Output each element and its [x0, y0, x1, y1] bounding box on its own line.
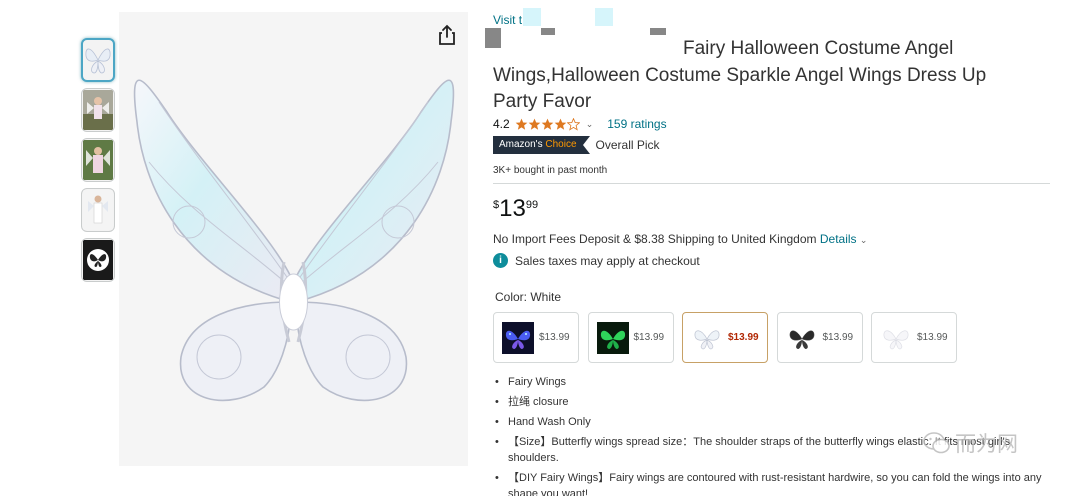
rating-row: 4.2 ⌄ 159 ratings: [493, 117, 667, 131]
thumbnail-girl-photo-3[interactable]: [81, 188, 115, 232]
share-icon[interactable]: [437, 24, 457, 46]
star-icon: [554, 118, 567, 130]
redaction-block: [485, 28, 501, 48]
price: $ 13 99: [493, 195, 539, 222]
butterfly-wings-image: [133, 79, 455, 402]
sales-tax-notice: i Sales taxes may apply at checkout: [493, 253, 700, 268]
shipping-details-link[interactable]: Details: [820, 232, 857, 246]
white-wings-icon: [691, 321, 723, 354]
redaction-block: [523, 8, 541, 26]
thumbnail-video[interactable]: [81, 238, 115, 282]
divider: [493, 183, 1050, 184]
redaction-block: [501, 35, 681, 55]
color-swatches: $13.99 $13.99 $13.99 $13.99 $13.99: [493, 312, 966, 363]
shipping-info: No Import Fees Deposit & $8.38 Shipping …: [493, 232, 868, 246]
swatch-black[interactable]: $13.99: [776, 312, 863, 363]
swatch-pale-white[interactable]: $13.99: [871, 312, 957, 363]
blue-light-wings-icon: [502, 321, 534, 354]
amazons-choice-row: Amazon's Choice Overall Pick: [493, 136, 660, 154]
overall-pick-label: Overall Pick: [595, 138, 660, 152]
watermark: 而为网: [922, 428, 1018, 458]
swatch-green[interactable]: $13.99: [587, 312, 674, 363]
rating-value: 4.2: [493, 117, 510, 131]
info-icon: i: [493, 253, 508, 268]
chevron-down-icon[interactable]: ⌄: [586, 119, 594, 130]
chevron-down-icon[interactable]: ⌄: [860, 235, 868, 245]
green-light-wings-icon: [596, 321, 629, 354]
bullet-item: Fairy Wings: [493, 374, 1048, 390]
amazons-choice-badge[interactable]: Amazon's Choice: [493, 136, 589, 154]
wechat-icon: [923, 432, 950, 454]
black-wings-icon: [785, 321, 818, 354]
bullet-item: 拉绳 closure: [493, 394, 1048, 410]
swatch-blue[interactable]: $13.99: [493, 312, 579, 363]
ratings-count-link[interactable]: 159 ratings: [607, 117, 666, 131]
bullet-item: 【DIY Fairy Wings】Fairy wings are contour…: [493, 470, 1048, 496]
star-icon: [515, 118, 528, 130]
visit-store-link[interactable]: Visit t: [493, 13, 522, 27]
star-empty-icon: [566, 117, 580, 131]
star-rating-icon[interactable]: [515, 117, 580, 131]
swatch-white-selected[interactable]: $13.99: [682, 312, 768, 363]
bought-past-month: 3K+ bought in past month: [493, 165, 608, 176]
thumbnail-girl-photo-2[interactable]: [81, 138, 115, 182]
star-icon: [528, 118, 541, 130]
thumbnail-strip: [81, 38, 117, 288]
thumbnail-girl-photo-1[interactable]: [81, 88, 115, 132]
redaction-block: [595, 8, 613, 26]
star-icon: [541, 118, 554, 130]
color-selector-label: Color: White: [495, 290, 562, 304]
thumbnail-white-wings[interactable]: [81, 38, 115, 82]
pale-white-wings-icon: [880, 321, 912, 354]
main-product-image[interactable]: [119, 12, 468, 466]
